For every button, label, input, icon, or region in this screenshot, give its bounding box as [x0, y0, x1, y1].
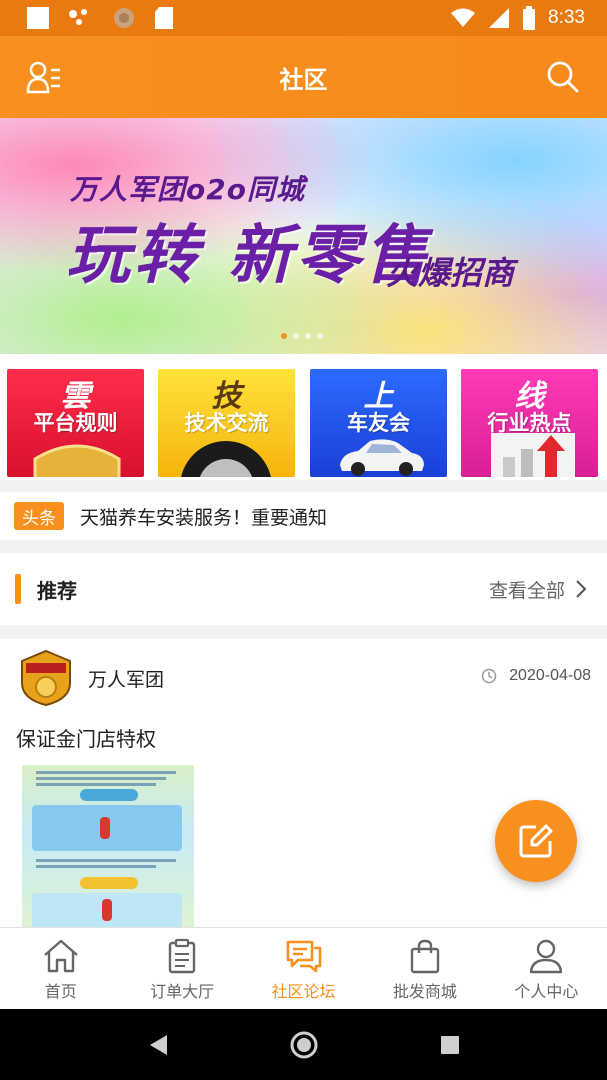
- home-icon: [43, 939, 78, 973]
- wifi-icon: [451, 8, 476, 27]
- section-accent-bar: [15, 574, 21, 604]
- banner-line-2: 玩转 新零售: [66, 219, 433, 293]
- home-circle-icon[interactable]: [289, 1030, 319, 1060]
- post-date-text: 2020-04-08: [509, 667, 591, 684]
- status-bar: 8:33: [0, 0, 607, 36]
- sync-icon: [114, 8, 134, 28]
- banner-dot[interactable]: [293, 333, 299, 339]
- edit-icon: [519, 824, 553, 858]
- back-icon[interactable]: [147, 1033, 169, 1057]
- system-navigation-bar: [0, 1009, 607, 1080]
- category-grid: 雲 平台规则 技 技术交流 上 车友会 线 行业热点: [0, 354, 607, 480]
- recommend-section-header: 推荐 查看全部: [0, 553, 607, 625]
- category-tech-exchange[interactable]: 技 技术交流: [158, 369, 295, 477]
- author-avatar[interactable]: [18, 649, 74, 707]
- nav-label: 社区论坛: [271, 982, 336, 1001]
- nav-personal-center[interactable]: 个人中心: [486, 928, 607, 1009]
- clock-icon: [481, 668, 497, 684]
- view-all-label: 查看全部: [488, 579, 565, 602]
- sd-card-icon: [155, 7, 173, 29]
- nav-label: 订单大厅: [150, 982, 215, 1001]
- tire-icon: [181, 441, 271, 477]
- person-icon: [530, 939, 563, 974]
- shopping-bag-icon: [410, 939, 440, 974]
- signal-icon: [489, 8, 510, 28]
- banner-line-3: 火爆招商: [386, 254, 515, 292]
- category-label: 车友会: [347, 411, 410, 435]
- trend-arrow-icon: [491, 433, 575, 477]
- banner-dot[interactable]: [281, 333, 287, 339]
- category-industry-hot[interactable]: 线 行业热点: [461, 369, 598, 477]
- recents-icon[interactable]: [439, 1034, 461, 1056]
- nav-label: 个人中心: [514, 982, 579, 1001]
- car-icon: [340, 439, 424, 476]
- user-list-icon: [26, 61, 60, 94]
- view-all-link[interactable]: 查看全部: [489, 576, 587, 603]
- category-platform-rules[interactable]: 雲 平台规则: [7, 369, 144, 477]
- nav-label: 批发商城: [392, 982, 457, 1001]
- post-card[interactable]: 万人军团 2020-04-08 保证金门店特权: [0, 639, 607, 927]
- bottom-navigation: 首页 订单大厅 社区论坛 批发商城 个人中心: [0, 927, 607, 1009]
- badge-icon: [33, 444, 121, 477]
- banner-line-1: 万人军团o2o同城: [70, 173, 305, 206]
- page-title: 社区: [279, 65, 328, 94]
- category-label: 技术交流: [184, 411, 269, 435]
- headline-tag: 头条: [14, 502, 64, 530]
- promo-banner[interactable]: 万人军团o2o同城 玩转 新零售 火爆招商: [0, 118, 607, 354]
- banner-pagination: [281, 333, 323, 339]
- compose-post-button[interactable]: [495, 800, 577, 882]
- nav-home[interactable]: 首页: [0, 928, 121, 1009]
- user-menu-button[interactable]: [24, 57, 64, 97]
- notification-square-icon: [27, 7, 49, 29]
- category-car-club[interactable]: 上 车友会: [310, 369, 447, 477]
- search-button[interactable]: [543, 57, 583, 97]
- share-dots-icon: [69, 9, 87, 25]
- category-label: 平台规则: [33, 411, 118, 435]
- clipboard-icon: [168, 938, 196, 974]
- battery-icon: [523, 6, 536, 30]
- banner-dot[interactable]: [305, 333, 311, 339]
- search-icon: [547, 61, 579, 93]
- post-date: 2020-04-08: [481, 667, 591, 685]
- post-author[interactable]: 万人军团: [88, 665, 164, 692]
- headline-ticker[interactable]: 头条 天猫养车安装服务！重要通知: [0, 492, 607, 540]
- top-app-bar: 社区: [0, 36, 607, 118]
- headline-text[interactable]: 天猫养车安装服务！重要通知: [80, 503, 327, 530]
- section-title: 推荐: [37, 578, 77, 603]
- nav-order-hall[interactable]: 订单大厅: [121, 928, 242, 1009]
- nav-label: 首页: [44, 982, 77, 1001]
- chat-icon: [286, 940, 321, 973]
- nav-community-forum[interactable]: 社区论坛: [243, 928, 364, 1009]
- nav-wholesale-mall[interactable]: 批发商城: [364, 928, 485, 1009]
- chevron-right-icon: [576, 580, 587, 598]
- post-title[interactable]: 保证金门店特权: [16, 723, 156, 752]
- banner-dot[interactable]: [317, 333, 323, 339]
- post-thumbnail[interactable]: [22, 765, 194, 927]
- clock: 8:33: [548, 7, 585, 28]
